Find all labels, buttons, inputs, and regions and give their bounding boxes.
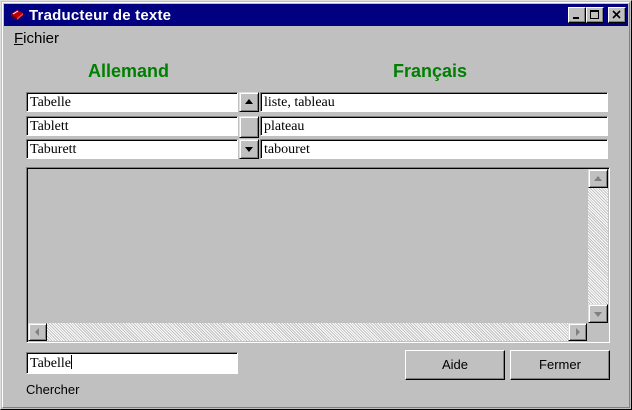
textarea-scroll-right-button[interactable] [568, 323, 587, 341]
scrollbar-corner [588, 323, 608, 341]
search-input[interactable]: Tabelle [26, 352, 238, 374]
target-word-field-1[interactable]: liste, tableau [260, 92, 608, 112]
close-button[interactable] [608, 7, 626, 23]
source-word-field-2[interactable]: Tablett [26, 116, 238, 136]
title-bar[interactable]: Traducteur de texte [4, 4, 628, 26]
close-icon [612, 10, 621, 19]
word-scroll-down-button[interactable] [239, 139, 259, 159]
translation-text-area[interactable] [26, 167, 610, 343]
arrow-up-icon [594, 176, 602, 181]
textarea-scroll-up-button[interactable] [588, 169, 608, 188]
app-window: Traducteur de texte Fichier Allemand Fra… [0, 0, 632, 410]
search-label: Chercher [26, 382, 80, 397]
arrow-up-icon [245, 99, 253, 104]
search-input-value: Tabelle [30, 356, 71, 371]
close-dialog-button[interactable]: Fermer [510, 350, 610, 380]
window-title: Traducteur de texte [29, 7, 172, 24]
text-caret [71, 355, 72, 369]
menu-file-label: ichier [23, 30, 60, 47]
arrow-down-icon [594, 312, 602, 317]
maximize-button[interactable] [586, 7, 604, 23]
help-button[interactable]: Aide [405, 350, 505, 380]
arrow-right-icon [576, 328, 580, 336]
source-word-field-3[interactable]: Taburett [26, 139, 238, 159]
textarea-horizontal-track[interactable] [47, 323, 568, 341]
minimize-icon [573, 17, 579, 19]
arrow-left-icon [35, 328, 39, 336]
word-scroll-thumb[interactable] [239, 116, 259, 138]
maximize-icon [590, 10, 599, 19]
target-word-field-2[interactable]: plateau [260, 116, 608, 136]
minimize-button[interactable] [568, 7, 586, 23]
arrow-down-icon [245, 147, 253, 152]
textarea-scroll-left-button[interactable] [28, 323, 47, 341]
target-word-field-3[interactable]: tabouret [260, 139, 608, 159]
red-book-icon[interactable] [10, 8, 24, 22]
word-scroll-up-button[interactable] [239, 92, 259, 112]
textarea-scroll-down-button[interactable] [588, 304, 608, 323]
target-language-header: Français [393, 61, 468, 81]
source-language-header: Allemand [88, 61, 170, 81]
textarea-vertical-track[interactable] [588, 188, 608, 304]
menu-bar: Fichier [4, 27, 628, 47]
menu-file[interactable]: Fichier [14, 30, 59, 47]
source-word-field-1[interactable]: Tabelle [26, 92, 238, 112]
menu-file-mnemonic: F [14, 30, 24, 47]
